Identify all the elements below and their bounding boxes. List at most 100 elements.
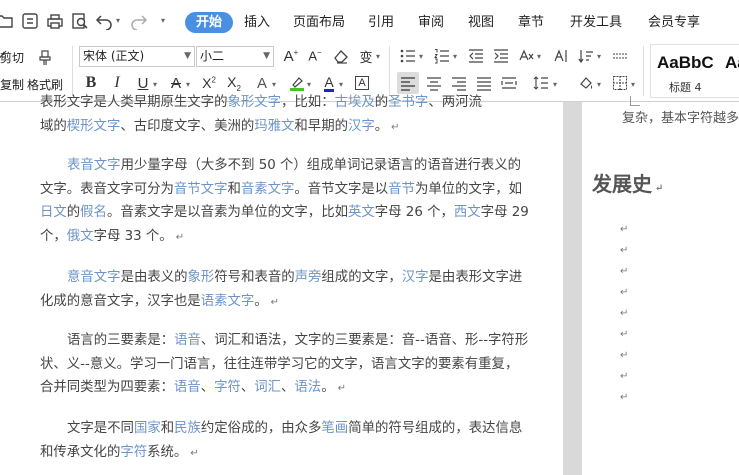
chevron-down-icon[interactable]: ▾ xyxy=(419,52,423,61)
link-text[interactable]: 语素文字 xyxy=(201,294,255,309)
chevron-down-icon[interactable]: ▾ xyxy=(376,52,380,61)
chevron-down-icon[interactable]: ▾ xyxy=(272,80,276,89)
paragraph-mark-icon[interactable]: ↵ xyxy=(620,287,628,298)
tab-page-layout[interactable]: 页面布局 xyxy=(293,12,345,33)
tab-developer[interactable]: 开发工具 xyxy=(570,12,622,33)
save-icon[interactable] xyxy=(20,11,40,31)
link-text[interactable]: 楔形文字 xyxy=(67,119,121,134)
shading-icon[interactable] xyxy=(575,72,597,94)
link-text[interactable]: 笔画 xyxy=(321,421,348,436)
link-text[interactable]: 字符 xyxy=(214,380,241,395)
link-text[interactable]: 意音文字 xyxy=(67,270,121,285)
copy-button[interactable]: 复制 xyxy=(0,76,24,93)
document-page-right[interactable]: 复杂，基本字符越多 发展史 ↵ ↵ ↵ ↵ ↵ ↵ ↵ ↵ ↵ ↵ xyxy=(582,96,739,475)
link-text[interactable]: 字符 xyxy=(120,445,147,460)
link-text[interactable]: 圣书字 xyxy=(388,95,428,110)
style-preview-next[interactable]: Aa xyxy=(725,53,739,73)
link-text[interactable]: 音节 xyxy=(388,182,415,197)
chevron-down-icon[interactable]: ▾ xyxy=(597,80,601,89)
paragraph[interactable]: 意音文字是由表义的象形符号和表音的声旁组成的文字，汉字是由表形文字进化成的意音文… xyxy=(40,266,530,314)
borders-icon[interactable] xyxy=(609,72,631,94)
link-text[interactable]: 语法 xyxy=(294,380,321,395)
chevron-down-icon[interactable]: ▾ xyxy=(186,80,190,89)
chevron-down-icon[interactable]: ▾ xyxy=(553,80,557,89)
link-text[interactable]: 古埃及 xyxy=(335,95,375,110)
tab-review[interactable]: 审阅 xyxy=(418,12,444,33)
paragraph-mark-icon[interactable]: ↵ xyxy=(620,266,628,277)
chevron-down-icon[interactable]: ▾ xyxy=(597,52,601,61)
paragraph-mark-icon[interactable]: ↵ xyxy=(620,350,628,361)
chevron-down-icon[interactable]: ▾ xyxy=(307,80,311,89)
paragraph-text[interactable]: 复杂，基本字符越多 xyxy=(622,107,739,126)
link-text[interactable]: 词汇 xyxy=(254,380,281,395)
font-size-select[interactable]: 小二 ▼ xyxy=(196,46,274,67)
link-text[interactable]: 假名 xyxy=(80,205,107,220)
numbered-list-icon[interactable] xyxy=(431,45,453,67)
increase-indent-icon[interactable] xyxy=(490,45,512,67)
decrease-font-icon[interactable]: A− xyxy=(304,45,326,67)
chevron-down-icon[interactable]: ▾ xyxy=(453,52,457,61)
tab-references[interactable]: 引用 xyxy=(368,12,394,33)
folder-icon[interactable] xyxy=(0,11,14,31)
chevron-down-icon[interactable]: ▾ xyxy=(153,80,157,89)
tab-start[interactable]: 开始 xyxy=(185,12,234,33)
format-painter-icon[interactable] xyxy=(33,46,57,70)
link-text[interactable]: 汉字 xyxy=(402,270,429,285)
chevron-down-icon[interactable]: ▾ xyxy=(537,52,541,61)
undo-icon[interactable] xyxy=(94,11,114,31)
link-text[interactable]: 表音文字 xyxy=(67,158,121,173)
increase-font-icon[interactable]: A+ xyxy=(280,45,302,67)
redo-icon[interactable] xyxy=(129,11,149,31)
link-text[interactable]: 俄文 xyxy=(67,229,94,244)
decrease-indent-icon[interactable] xyxy=(465,45,487,67)
paragraph-mark-icon[interactable]: ↵ xyxy=(620,329,628,340)
more-icon[interactable]: ▾ xyxy=(161,16,165,25)
link-text[interactable]: 民族 xyxy=(174,421,201,436)
chevron-down-icon[interactable]: ▾ xyxy=(631,80,635,89)
link-text[interactable]: 音素文字 xyxy=(241,182,295,197)
paragraph[interactable]: 表形文字是人类早期原生文字的象形文字，比如：古埃及的圣书字、两河流 域的楔形文字… xyxy=(40,91,530,139)
paragraph-mark-icon[interactable]: ↵ xyxy=(620,224,628,235)
paragraph[interactable]: 语言的三要素是：语音、词汇和语法，文字的三要素是：音--语音、形--字符形状、义… xyxy=(40,329,530,401)
bullet-list-icon[interactable] xyxy=(397,45,419,67)
link-text[interactable]: 日文 xyxy=(40,205,67,220)
phonetic-guide-icon[interactable]: 变 xyxy=(355,45,377,67)
link-text[interactable]: 玛雅文 xyxy=(254,119,294,134)
line-spacing-icon[interactable] xyxy=(530,72,552,94)
chevron-down-icon[interactable]: ▾ xyxy=(339,80,343,89)
show-hide-marks-icon[interactable] xyxy=(609,45,631,67)
link-text[interactable]: 音节文字 xyxy=(174,182,228,197)
paragraph-mark-icon[interactable]: ↵ xyxy=(620,308,628,319)
link-text[interactable]: 汉字 xyxy=(348,119,375,134)
link-text[interactable]: 语音 xyxy=(174,333,201,348)
cut-button[interactable]: 剪切 xyxy=(0,49,24,66)
chinese-layout-icon[interactable] xyxy=(515,45,537,67)
paragraph-mark-icon[interactable]: ↵ xyxy=(620,245,628,256)
text-run: 表形文字是人类早期原生文字的 xyxy=(40,95,228,110)
section-heading[interactable]: 发展史 ↵ xyxy=(592,168,663,197)
text-direction-icon[interactable] xyxy=(549,45,571,67)
print-icon[interactable] xyxy=(45,11,65,31)
link-text[interactable]: 西文 xyxy=(454,205,481,220)
link-text[interactable]: 象形文字 xyxy=(227,95,281,110)
tab-view[interactable]: 视图 xyxy=(468,12,494,33)
link-text[interactable]: 语音 xyxy=(174,380,201,395)
paragraph-mark-icon[interactable]: ↵ xyxy=(620,392,628,403)
font-family-select[interactable]: 宋体 (正文) ▼ xyxy=(79,46,195,67)
paragraph-mark-icon[interactable]: ↵ xyxy=(620,371,628,382)
tab-insert[interactable]: 插入 xyxy=(244,12,270,33)
tab-member[interactable]: 会员专享 xyxy=(648,12,700,33)
sort-icon[interactable] xyxy=(575,45,597,67)
document-page-left[interactable]: 表形文字是人类早期原生文字的象形文字，比如：古埃及的圣书字、两河流 域的楔形文字… xyxy=(0,95,563,475)
tab-section[interactable]: 章节 xyxy=(518,12,544,33)
link-text[interactable]: 象形 xyxy=(188,270,215,285)
style-gallery-heading-4[interactable]: AaBbC Aa 标题 4 xyxy=(650,44,739,98)
paragraph[interactable]: 文字是不同国家和民族约定俗成的，由众多笔画简单的符号组成的，表达信息和传承文化的… xyxy=(40,417,530,465)
link-text[interactable]: 国家 xyxy=(134,421,161,436)
paragraph[interactable]: 表音文字用少量字母（大多不到 50 个）组成单词记录语言的语音进行表义的文字。表… xyxy=(40,154,530,249)
link-text[interactable]: 声旁 xyxy=(295,270,322,285)
link-text[interactable]: 英文 xyxy=(348,205,375,220)
undo-dropdown-icon[interactable]: ▾ xyxy=(116,16,120,25)
clear-format-icon[interactable] xyxy=(330,45,352,67)
print-preview-icon[interactable] xyxy=(70,11,90,31)
